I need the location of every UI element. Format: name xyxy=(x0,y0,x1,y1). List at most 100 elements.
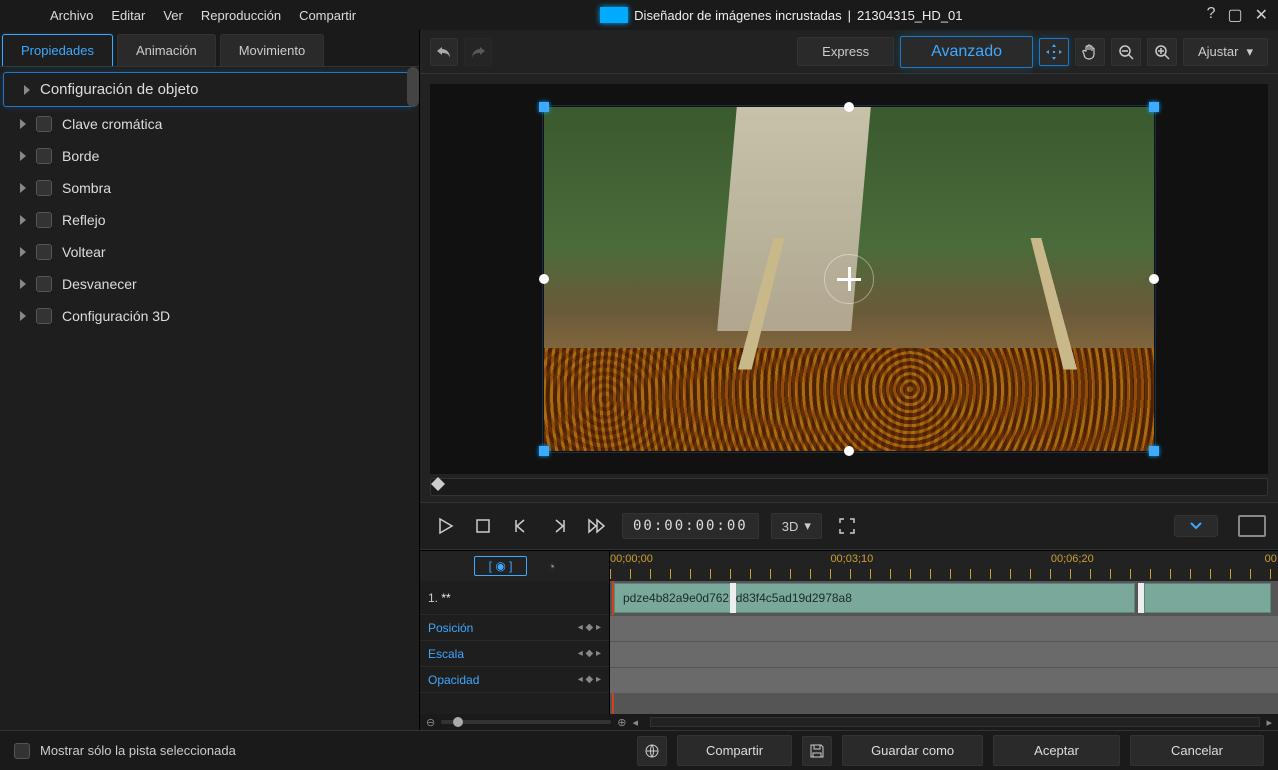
checkbox[interactable] xyxy=(36,308,52,324)
scroll-right-icon[interactable]: ▸ xyxy=(1266,716,1272,729)
caret-icon xyxy=(20,311,26,321)
anchor-cross-icon[interactable] xyxy=(837,267,861,291)
keyframe-nav[interactable]: ◂ ◆ ▸ xyxy=(578,674,601,685)
hand-tool-icon[interactable] xyxy=(1075,38,1105,66)
timeline: [ ◉ ] ◔ 00;00;00 00;03;10 00;06;20 00;10… xyxy=(420,550,1278,730)
scrollbar[interactable] xyxy=(407,67,419,107)
keyframe-nav[interactable]: ◂ ◆ ▸ xyxy=(578,648,601,659)
resize-handle-w[interactable] xyxy=(539,274,549,284)
app-name: Diseñador de imágenes incrustadas xyxy=(634,8,841,23)
prop-configuracion-3d[interactable]: Configuración 3D xyxy=(0,300,419,332)
ok-button[interactable]: Aceptar xyxy=(993,735,1120,766)
prev-frame-button[interactable] xyxy=(508,513,534,539)
fullscreen-button[interactable] xyxy=(834,513,860,539)
zoom-out-icon[interactable] xyxy=(1111,38,1141,66)
track-opacidad[interactable] xyxy=(610,667,1278,693)
prop-borde[interactable]: Borde xyxy=(0,140,419,172)
prop-clave-cromatica[interactable]: Clave cromática xyxy=(0,108,419,140)
next-frame-button[interactable] xyxy=(546,513,572,539)
clock-icon[interactable]: ◔ xyxy=(547,559,555,574)
prop-configuracion-objeto[interactable]: Configuración de objeto xyxy=(4,73,415,106)
clip[interactable]: pdze4b82a9e0d7625d83f4c5ad19d2978a8 xyxy=(614,583,1135,613)
track-header-opacidad[interactable]: Opacidad ◂ ◆ ▸ xyxy=(420,667,609,693)
stop-button[interactable] xyxy=(470,513,496,539)
zoom-in-icon[interactable] xyxy=(1147,38,1177,66)
zoom-thumb[interactable] xyxy=(453,717,463,727)
play-button[interactable] xyxy=(432,513,458,539)
timeline-tracks[interactable]: pdze4b82a9e0d7625d83f4c5ad19d2978a8 xyxy=(610,581,1278,714)
resize-handle-se[interactable] xyxy=(1149,446,1159,456)
checkbox[interactable] xyxy=(36,276,52,292)
menu-archivo[interactable]: Archivo xyxy=(50,8,93,23)
fast-forward-button[interactable] xyxy=(584,513,610,539)
only-selected-checkbox[interactable] xyxy=(14,743,30,759)
clip-tail[interactable] xyxy=(1144,583,1271,613)
display-output-icon[interactable] xyxy=(1238,515,1266,537)
preview-toolbar: Express Avanzado Ajustar ▾ xyxy=(420,30,1278,74)
menu-ver[interactable]: Ver xyxy=(163,8,183,23)
resize-handle-nw[interactable] xyxy=(539,102,549,112)
keyframe-view-toggle[interactable]: [ ◉ ] xyxy=(474,556,528,576)
prop-voltear[interactable]: Voltear xyxy=(0,236,419,268)
close-icon[interactable]: ✕ xyxy=(1255,5,1268,25)
checkbox[interactable] xyxy=(36,244,52,260)
menu-editar[interactable]: Editar xyxy=(111,8,145,23)
undo-button[interactable] xyxy=(430,38,458,66)
cancel-button[interactable]: Cancelar xyxy=(1130,735,1264,766)
zoom-out-icon[interactable]: ⊖ xyxy=(426,716,435,729)
caret-icon xyxy=(20,151,26,161)
mode-avanzado-button[interactable]: Avanzado xyxy=(900,36,1033,68)
zoom-slider[interactable] xyxy=(441,720,611,724)
timeline-ruler[interactable]: 00;00;00 00;03;10 00;06;20 00;10;00 xyxy=(610,551,1278,581)
tab-movimiento[interactable]: Movimiento xyxy=(220,34,324,66)
clip-split-handle[interactable] xyxy=(730,583,736,613)
mode-express-button[interactable]: Express xyxy=(797,37,894,66)
caret-icon xyxy=(20,215,26,225)
timecode-display[interactable]: 00:00:00:00 xyxy=(622,513,759,539)
collapse-toggle[interactable] xyxy=(1174,515,1218,537)
track-escala[interactable] xyxy=(610,641,1278,667)
resize-handle-e[interactable] xyxy=(1149,274,1159,284)
menu-reproduccion[interactable]: Reproducción xyxy=(201,8,281,23)
track-posicion[interactable] xyxy=(610,615,1278,641)
checkbox[interactable] xyxy=(36,116,52,132)
tab-animacion[interactable]: Animación xyxy=(117,34,216,66)
track-header-escala[interactable]: Escala ◂ ◆ ▸ xyxy=(420,641,609,667)
resize-handle-sw[interactable] xyxy=(539,446,549,456)
share-button[interactable]: Compartir xyxy=(677,735,792,766)
checkbox[interactable] xyxy=(36,148,52,164)
preview-area: Express Avanzado Ajustar ▾ xyxy=(420,30,1278,730)
maximize-icon[interactable]: ▢ xyxy=(1227,5,1242,25)
preview-scrubber[interactable] xyxy=(430,478,1268,496)
zoom-in-icon[interactable]: ⊕ xyxy=(617,716,626,729)
prop-sombra[interactable]: Sombra xyxy=(0,172,419,204)
keyframe-nav[interactable]: ◂ ◆ ▸ xyxy=(578,622,601,633)
scrubber-thumb[interactable] xyxy=(431,477,445,491)
menu-compartir[interactable]: Compartir xyxy=(299,8,356,23)
3d-dropdown[interactable]: 3D ▾ xyxy=(771,513,822,539)
selection-frame[interactable] xyxy=(544,107,1154,451)
redo-button[interactable] xyxy=(464,38,492,66)
help-icon[interactable]: ? xyxy=(1207,5,1216,25)
caret-icon xyxy=(20,183,26,193)
resize-handle-s[interactable] xyxy=(844,446,854,456)
scroll-left-icon[interactable]: ◂ xyxy=(632,716,638,729)
save-icon[interactable] xyxy=(802,736,832,766)
clip-split-handle[interactable] xyxy=(1138,583,1144,613)
preview-canvas[interactable] xyxy=(430,84,1268,474)
ruler-label: 00;06;20 xyxy=(1051,553,1094,565)
timeline-hscroll[interactable] xyxy=(650,717,1261,727)
share-icon[interactable] xyxy=(637,736,667,766)
move-tool-icon[interactable] xyxy=(1039,38,1069,66)
checkbox[interactable] xyxy=(36,180,52,196)
prop-reflejo[interactable]: Reflejo xyxy=(0,204,419,236)
resize-handle-ne[interactable] xyxy=(1149,102,1159,112)
tab-propiedades[interactable]: Propiedades xyxy=(2,34,113,66)
track-header-main[interactable]: 1. ** xyxy=(420,581,609,615)
save-as-button[interactable]: Guardar como xyxy=(842,735,983,766)
track-header-posicion[interactable]: Posición ◂ ◆ ▸ xyxy=(420,615,609,641)
prop-desvanecer[interactable]: Desvanecer xyxy=(0,268,419,300)
checkbox[interactable] xyxy=(36,212,52,228)
fit-dropdown[interactable]: Ajustar ▾ xyxy=(1183,38,1268,66)
resize-handle-n[interactable] xyxy=(844,102,854,112)
